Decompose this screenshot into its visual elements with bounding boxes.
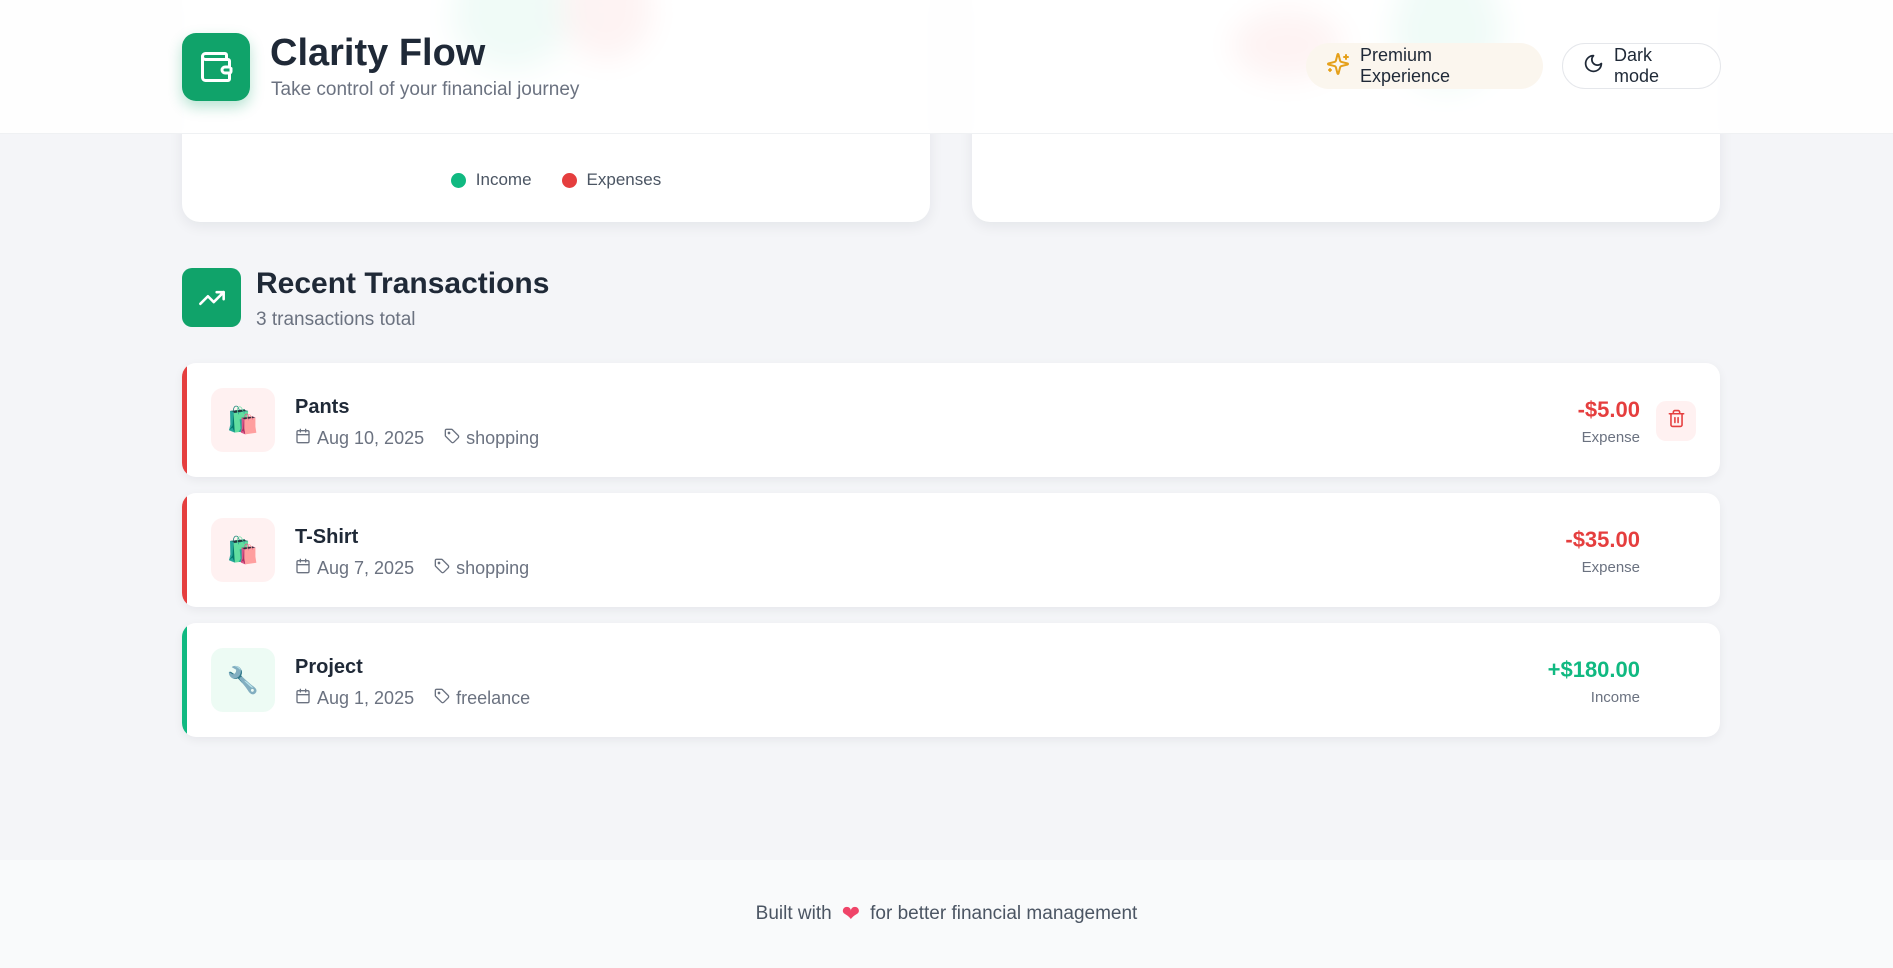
tag-icon <box>434 558 450 579</box>
premium-experience-label: Premium Experience <box>1360 45 1451 86</box>
calendar-icon <box>295 428 311 449</box>
transaction-type: Expense <box>1581 559 1640 576</box>
transaction-meta: Aug 1, 2025 freelance <box>295 688 530 709</box>
transaction-name: Project <box>295 656 363 678</box>
delete-transaction-button[interactable] <box>1656 401 1696 441</box>
trash-icon <box>1667 409 1686 433</box>
app-header: Clarity Flow Take control of your financ… <box>0 0 1893 134</box>
transaction-type: Expense <box>1581 429 1640 446</box>
legend-expenses[interactable]: Expenses <box>561 170 662 190</box>
legend-income[interactable]: Income <box>450 170 532 190</box>
transaction-name: T-Shirt <box>295 526 359 548</box>
trending-up-icon <box>182 268 241 327</box>
dark-mode-label: Dark mode <box>1614 45 1660 86</box>
shopping-bags-icon: 🛍️ <box>211 518 275 582</box>
chart-legend: Income Expenses <box>182 170 930 190</box>
app-footer: Built with ❤ for better financial manage… <box>0 860 1893 968</box>
transaction-row[interactable]: 🛍️ T-Shirt Aug 7, 2025 shopping -$35.00 … <box>182 493 1720 607</box>
tag-icon <box>434 688 450 709</box>
shopping-bags-icon: 🛍️ <box>211 388 275 452</box>
calendar-icon <box>295 688 311 709</box>
transaction-amount: -$35.00 <box>1565 527 1640 552</box>
moon-icon <box>1583 53 1604 79</box>
app-subtitle: Take control of your financial journey <box>271 79 580 100</box>
heart-icon: ❤ <box>841 901 861 926</box>
dark-mode-toggle[interactable]: Dark mode <box>1562 43 1721 89</box>
footer-text-before: Built with <box>755 903 832 924</box>
premium-experience-button[interactable]: Premium Experience <box>1306 43 1543 89</box>
recent-transactions-title: Recent Transactions <box>256 267 550 300</box>
app-title: Clarity Flow <box>270 32 486 74</box>
transaction-amount: +$180.00 <box>1547 657 1640 682</box>
calendar-icon <box>295 558 311 579</box>
transaction-meta: Aug 10, 2025 shopping <box>295 428 539 449</box>
tag-icon <box>444 428 460 449</box>
legend-income-label: Income <box>475 170 532 189</box>
legend-expenses-label: Expenses <box>586 170 662 189</box>
expenses-dot-icon <box>561 172 577 188</box>
transactions-count: 3 transactions total <box>256 309 416 330</box>
wallet-icon <box>182 33 250 101</box>
sparkles-icon <box>1326 52 1350 81</box>
income-dot-icon <box>450 172 466 188</box>
transaction-meta: Aug 7, 2025 shopping <box>295 558 529 579</box>
transaction-row[interactable]: 🛍️ Pants Aug 10, 2025 shopping -$5.00 Ex… <box>182 363 1720 477</box>
footer-text-after: for better financial management <box>870 903 1138 924</box>
transaction-date: Aug 1, 2025 <box>317 688 415 708</box>
transaction-category: freelance <box>456 688 531 708</box>
transaction-type: Income <box>1590 689 1640 706</box>
transaction-amount: -$5.00 <box>1577 397 1640 422</box>
transaction-category: shopping <box>466 428 540 448</box>
transaction-date: Aug 7, 2025 <box>317 558 415 578</box>
transaction-category: shopping <box>456 558 530 578</box>
transaction-name: Pants <box>295 396 350 418</box>
wrench-icon: 🔧 <box>211 648 275 712</box>
transaction-row[interactable]: 🔧 Project Aug 1, 2025 freelance +$180.00… <box>182 623 1720 737</box>
transaction-date: Aug 10, 2025 <box>317 428 425 448</box>
